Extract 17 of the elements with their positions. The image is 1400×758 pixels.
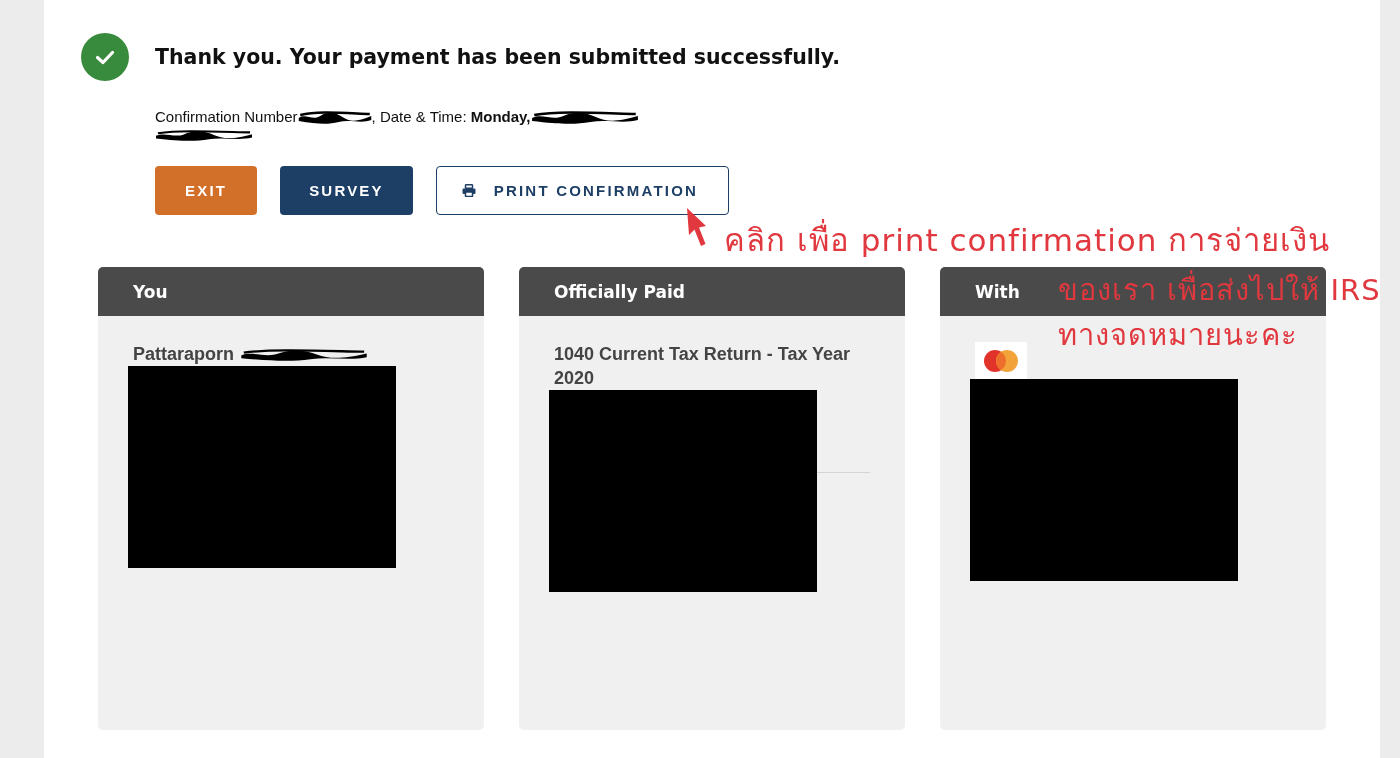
- payment-description: 1040 Current Tax Return - Tax Year 2020: [554, 343, 852, 390]
- date-time-text: , Date & Time: Monday,: [371, 108, 531, 126]
- overlapping-circles-icon: [975, 342, 1027, 379]
- handwritten-note: ของเรา เพื่อส่งไปให้ IRS: [1058, 269, 1381, 305]
- payer-name: Pattaraporn: [133, 343, 235, 366]
- survey-button[interactable]: SURVEY: [280, 166, 413, 215]
- check-icon: [81, 33, 129, 81]
- handwritten-note: ทางจดหมายนะคะ: [1058, 321, 1298, 350]
- print-button[interactable]: PRINT CONFIRMATION: [435, 166, 730, 215]
- handwritten-note: คลิก เพื่อ print confirmation การจ่ายเงิน: [724, 218, 1331, 262]
- confirmation-title: Thank you. Your payment has been submitted successfully.: [155, 45, 841, 69]
- card-heading: Officially Paid: [554, 281, 685, 302]
- card-heading: You: [133, 281, 168, 302]
- confirmation-number-label: Confirmation Number: [155, 108, 298, 126]
- arrow-icon: [686, 207, 708, 247]
- card-heading: With: [975, 281, 1020, 302]
- printer-icon: [461, 184, 476, 197]
